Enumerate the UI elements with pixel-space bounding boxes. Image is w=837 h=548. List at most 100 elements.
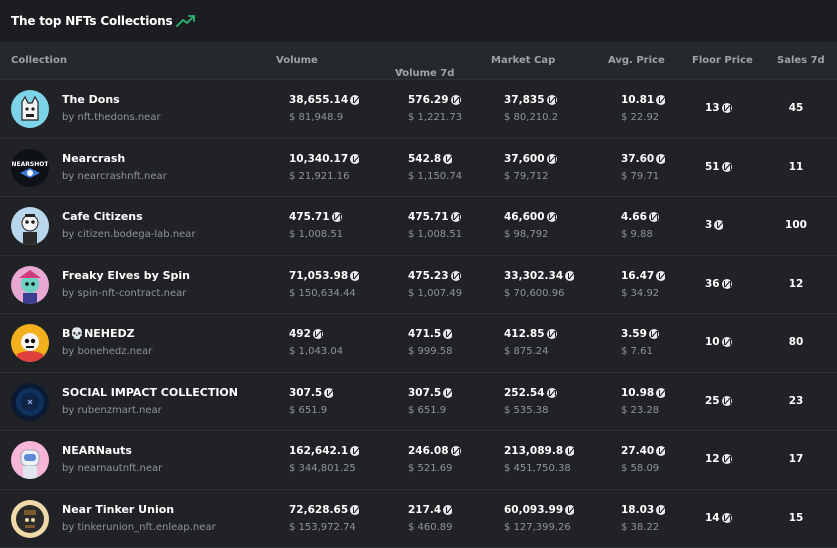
sales-7d: 15 [782,512,810,524]
table-row[interactable]: Cafe Citizens by citizen.bodega-lab.near… [0,197,837,256]
avg-price-near: 16.47 [621,270,654,282]
nft-collections-card: The top NFTs Collections Collection Volu… [0,0,837,547]
collection-name[interactable]: Freaky Elves by Spin [62,269,190,282]
near-token-icon [722,513,732,523]
table-row[interactable]: Near Tinker Union by tinkerunion_nft.enl… [0,490,837,548]
near-token-icon [656,271,666,281]
volume-7d-usd: $ 521.69 [408,463,453,474]
market-cap-value: 46,600 [504,211,557,223]
collection-name[interactable]: NEARNauts [62,444,132,457]
collection-avatar[interactable] [11,90,49,128]
floor-price: 36 [705,278,732,290]
col-sales-7d[interactable]: Sales 7d [777,55,825,66]
volume-7d-usd: $ 1,007.49 [408,288,462,299]
floor-price-value: 10 [705,336,720,348]
table-row[interactable]: The Dons by nft.thedons.near 38,655.14 $… [0,80,837,139]
volume-7d-usd: $ 1,221.73 [408,112,462,123]
col-avg-price[interactable]: Avg. Price [608,55,665,66]
table-body: The Dons by nft.thedons.near 38,655.14 $… [0,80,837,548]
collection-name[interactable]: The Dons [62,93,120,106]
volume-near: 71,053.98 [289,270,348,282]
collection-avatar[interactable]: NEARSHOT [11,149,49,187]
col-volume[interactable]: Volume [276,55,318,66]
volume-near: 38,655.14 [289,94,348,106]
volume-7d-value: 307.5 [408,387,453,399]
market-cap-value: 37,835 [504,94,557,106]
volume-7d-value: 217.4 [408,504,453,516]
collection-avatar[interactable] [11,207,49,245]
collection-contract: by nft.thedons.near [62,112,161,123]
volume-7d-value: 475.71 [408,211,461,223]
floor-price-value: 13 [705,102,720,114]
col-floor-price[interactable]: Floor Price [692,55,753,66]
table-row[interactable]: NEARNauts by nearnautnft.near 162,642.1 … [0,431,837,490]
avg-price-usd: $ 9.88 [621,229,653,240]
volume-usd: $ 344,801.25 [289,463,356,474]
near-token-icon [722,103,732,113]
collection-contract: by tinkerunion_nft.enleap.near [62,522,216,533]
volume-7d-near: 475.23 [408,270,449,282]
market-cap-value: 60,093.99 [504,504,575,516]
table-header: Collection Volume Volume 7d^ Market Cap … [0,42,837,80]
col-market-cap[interactable]: Market Cap [491,55,555,66]
collection-contract: by citizen.bodega-lab.near [62,229,196,240]
table-row[interactable]: Freaky Elves by Spin by spin-nft-contrac… [0,256,837,315]
floor-price-value: 51 [705,161,720,173]
collection-name[interactable]: B💀NEHEDZ [62,327,135,340]
table-row[interactable]: B💀NEHEDZ by bonehedz.near 492 $ 1,043.04… [0,314,837,373]
avg-price-value: 10.81 [621,94,666,106]
sales-7d: 80 [782,336,810,348]
volume-7d-near: 576.29 [408,94,449,106]
near-token-icon [443,505,453,515]
avg-price-value: 10.98 [621,387,666,399]
near-token-icon [722,162,732,172]
near-token-icon [547,329,557,339]
sales-7d: 11 [782,161,810,173]
collection-avatar[interactable] [11,266,49,304]
market-cap-usd: $ 127,399.26 [504,522,571,533]
sales-7d: 45 [782,102,810,114]
avg-price-value: 18.03 [621,504,666,516]
avg-price-near: 37.60 [621,153,654,165]
market-cap-value: 213,089.8 [504,445,575,457]
collection-avatar[interactable] [11,441,49,479]
volume-7d-usd: $ 460.89 [408,522,453,533]
avg-price-usd: $ 34.92 [621,288,659,299]
volume-7d-near: 542.8 [408,153,441,165]
avg-price-near: 27.40 [621,445,654,457]
table-row[interactable]: NEARSHOT Nearcrash by nearcrashnft.near … [0,139,837,198]
volume-7d-usd: $ 1,008.51 [408,229,462,240]
floor-price-value: 12 [705,453,720,465]
volume-7d-usd: $ 999.58 [408,346,453,357]
collection-contract: by rubenzmart.near [62,405,162,416]
near-token-icon [547,212,557,222]
market-cap-usd: $ 79,712 [504,171,549,182]
floor-price: 51 [705,161,732,173]
collection-contract: by nearcrashnft.near [62,171,167,182]
col-collection[interactable]: Collection [11,55,67,66]
floor-price-value: 3 [705,219,712,231]
collection-avatar[interactable] [11,383,49,421]
volume-7d-near: 307.5 [408,387,441,399]
avg-price-near: 10.98 [621,387,654,399]
near-token-icon [443,154,453,164]
volume-7d-near: 475.71 [408,211,449,223]
table-row[interactable]: SOCIAL IMPACT COLLECTION by rubenzmart.n… [0,373,837,432]
card-header: The top NFTs Collections [0,0,837,41]
near-token-icon [656,388,666,398]
collection-name[interactable]: Cafe Citizens [62,210,143,223]
market-cap-usd: $ 70,600.96 [504,288,564,299]
collection-name[interactable]: Nearcrash [62,152,125,165]
collection-avatar[interactable] [11,324,49,362]
collection-name[interactable]: Near Tinker Union [62,503,174,516]
avg-price-usd: $ 38.22 [621,522,659,533]
near-token-icon [656,154,666,164]
avg-price-usd: $ 79.71 [621,171,659,182]
collection-avatar[interactable] [11,500,49,538]
near-token-icon [350,505,360,515]
collection-name[interactable]: SOCIAL IMPACT COLLECTION [62,386,238,399]
volume-value: 72,628.65 [289,504,360,516]
volume-near: 10,340.17 [289,153,348,165]
avg-price-near: 10.81 [621,94,654,106]
near-token-icon [656,446,666,456]
